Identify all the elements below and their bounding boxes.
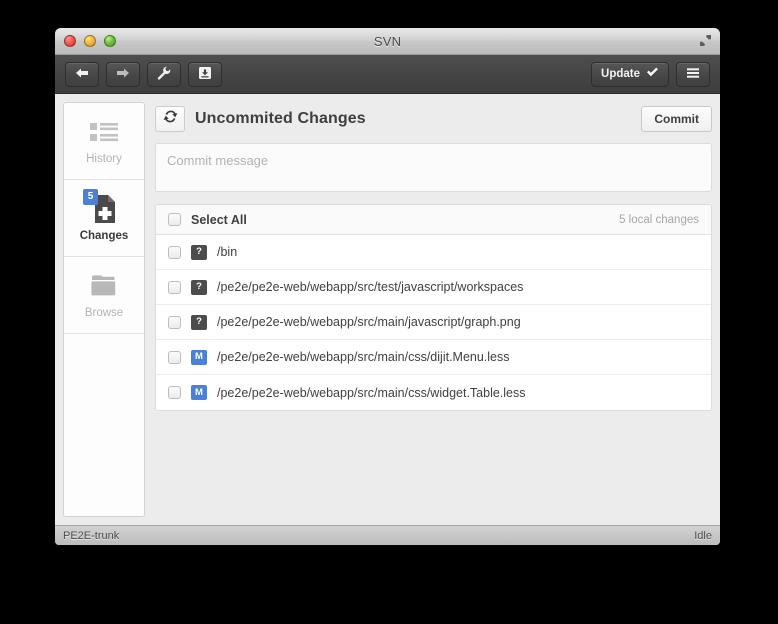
arrow-left-icon [75, 67, 89, 82]
window-title: SVN [373, 33, 402, 49]
file-list-header: Select All 5 local changes [156, 205, 711, 235]
settings-button[interactable] [147, 61, 181, 87]
inbox-button[interactable] [188, 61, 222, 87]
expand-arrows-icon[interactable] [697, 32, 714, 49]
changes-count-badge: 5 [83, 189, 98, 205]
refresh-button[interactable] [155, 106, 185, 132]
minimize-light[interactable] [84, 35, 96, 47]
forward-button[interactable] [106, 61, 140, 87]
sidebar-item-browse[interactable]: Browse [64, 257, 144, 334]
back-button[interactable] [65, 61, 99, 87]
title-bar: SVN [55, 28, 720, 55]
file-checkbox[interactable] [168, 245, 181, 259]
navigation-buttons [65, 61, 222, 87]
sidebar-item-changes-label: Changes [79, 230, 129, 242]
status-badge: ? [191, 244, 207, 260]
select-all-label: Select All [191, 212, 247, 227]
content-header: Uncommited Changes Commit [155, 102, 712, 136]
file-path: /bin [217, 245, 238, 259]
zoom-light[interactable] [104, 35, 116, 47]
refresh-icon [163, 109, 178, 129]
toolbar-actions: Update [591, 61, 710, 87]
status-bar: PE2E-trunk Idle [55, 525, 720, 545]
file-plus-icon: 5 [83, 189, 121, 224]
sidebar-item-history[interactable]: History [64, 103, 144, 180]
table-row[interactable]: ? /pe2e/pe2e-web/webapp/src/main/javascr… [156, 305, 711, 340]
checkmark-icon [646, 67, 659, 81]
list-view-icon [87, 117, 121, 147]
sidebar-item-browse-label: Browse [84, 307, 124, 319]
wrench-icon [157, 66, 171, 83]
file-checkbox[interactable] [168, 350, 181, 364]
application-window: SVN Update History 5 Changes Browse Unco… [55, 28, 720, 545]
main-toolbar: Update [55, 55, 720, 94]
close-light[interactable] [64, 35, 76, 47]
table-row[interactable]: ? /bin [156, 235, 711, 270]
menu-button[interactable] [676, 61, 710, 87]
changed-files-list: Select All 5 local changes ? /bin ? /pe2… [155, 204, 712, 411]
status-badge: M [191, 349, 207, 365]
file-path: /pe2e/pe2e-web/webapp/src/test/javascrip… [217, 280, 524, 294]
table-row[interactable]: M /pe2e/pe2e-web/webapp/src/main/css/dij… [156, 340, 711, 375]
window-controls [64, 35, 116, 47]
update-button-label: Update [601, 68, 640, 80]
window-body: History 5 Changes Browse Uncommited Chan… [55, 94, 720, 525]
update-button[interactable]: Update [591, 61, 669, 87]
status-badge: ? [191, 279, 207, 295]
select-all-checkbox[interactable] [168, 213, 181, 226]
local-changes-count: 5 local changes [619, 213, 699, 226]
main-content: Uncommited Changes Commit Select All 5 l… [155, 102, 712, 517]
commit-message-input[interactable] [155, 143, 712, 192]
file-checkbox[interactable] [168, 386, 181, 399]
file-checkbox[interactable] [168, 280, 181, 294]
commit-button[interactable]: Commit [641, 106, 712, 132]
hamburger-menu-icon [686, 67, 700, 82]
inbox-tray-icon [198, 66, 212, 83]
status-state-label: Idle [694, 529, 712, 542]
status-badge: M [191, 385, 207, 400]
file-checkbox[interactable] [168, 315, 181, 329]
file-path: /pe2e/pe2e-web/webapp/src/main/css/widge… [217, 385, 526, 400]
table-row[interactable]: M /pe2e/pe2e-web/webapp/src/main/css/wid… [156, 375, 711, 410]
repository-label: PE2E-trunk [63, 529, 120, 542]
sidebar-item-history-label: History [86, 153, 122, 165]
sidebar: History 5 Changes Browse [63, 102, 145, 517]
file-path: /pe2e/pe2e-web/webapp/src/main/javascrip… [217, 315, 521, 329]
page-title: Uncommited Changes [195, 110, 366, 127]
status-badge: ? [191, 314, 207, 330]
sidebar-item-changes[interactable]: 5 Changes [64, 180, 144, 257]
folder-icon [87, 271, 121, 301]
table-row[interactable]: ? /pe2e/pe2e-web/webapp/src/test/javascr… [156, 270, 711, 305]
file-path: /pe2e/pe2e-web/webapp/src/main/css/dijit… [217, 350, 510, 364]
arrow-right-icon [116, 67, 130, 82]
